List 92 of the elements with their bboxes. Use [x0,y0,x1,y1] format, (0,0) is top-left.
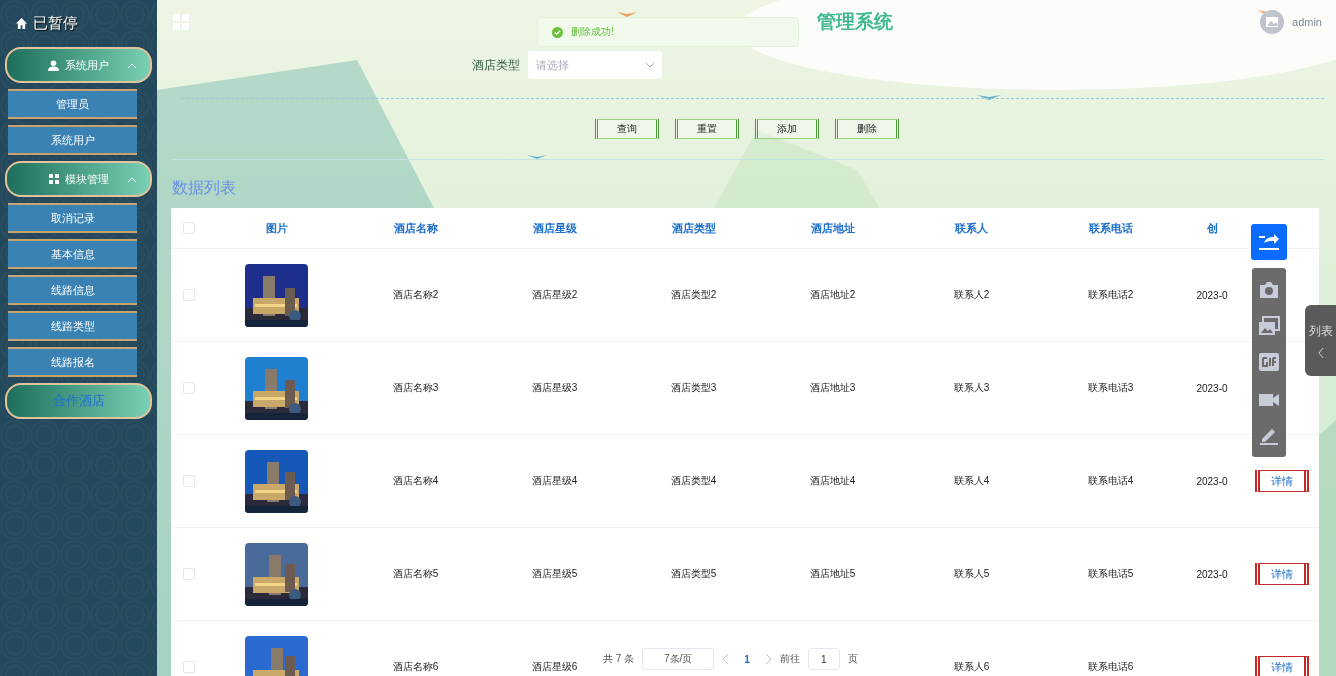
system-title: 管理系统 [817,10,893,34]
column-header: 酒店类型 [671,220,716,236]
table-cell: 联系人2 [953,288,990,302]
table-cell: 联系人4 [953,474,990,488]
table-cell: 2023-0 [1196,568,1228,580]
prev-page-icon[interactable] [722,654,731,664]
table-cell: 2023-0 [1196,475,1228,487]
table-cell: 联系人5 [953,567,990,581]
page-number[interactable]: 1 [738,653,756,665]
menu-item[interactable]: 线路类型 [8,311,137,341]
row-checkbox[interactable] [183,661,195,673]
chevron-down-icon [646,62,654,68]
chevron-left-icon [1317,348,1324,358]
share-button[interactable] [1251,224,1287,260]
table-cell: 酒店地址2 [809,288,856,302]
action-button[interactable]: 重置 [674,119,739,139]
side-tab[interactable]: 列表 [1305,305,1336,376]
table-cell: 酒店名称2 [392,288,439,302]
page-size-select[interactable]: 7条/页 [642,648,715,670]
table-cell: 联系电话5 [1087,567,1134,581]
column-header: 图片 [265,220,288,236]
table-cell: 酒店地址3 [809,381,856,395]
menu-group[interactable]: 模块管理 [5,161,152,197]
details-button[interactable]: 详情 [1254,563,1309,585]
row-checkbox[interactable] [183,382,195,394]
gif-icon[interactable] [1258,352,1280,373]
row-checkbox[interactable] [183,568,195,580]
goto-label: 前往 [779,652,800,666]
next-page-icon[interactable] [763,654,772,664]
table-cell: 2023-0 [1196,289,1228,301]
user-icon [48,59,59,71]
table-cell: 酒店地址5 [809,567,856,581]
table-cell: 酒店名称6 [392,660,439,674]
table-cell: 酒店类型2 [670,288,717,302]
table-cell: 联系电话4 [1087,474,1134,488]
check-circle-icon [552,26,563,38]
row-checkbox[interactable] [183,289,195,301]
camera-icon[interactable] [1258,280,1280,301]
filter-label: 酒店类型 [472,56,520,74]
action-button[interactable]: 查询 [594,119,659,139]
grid-icon [48,174,59,184]
action-button[interactable]: 添加 [754,119,819,139]
table-cell: 联系人3 [953,381,990,395]
menu-item[interactable]: 系统用户 [8,125,137,155]
share-icon [1258,233,1280,251]
table-cell: 酒店星级3 [531,381,578,395]
table-cell: 酒店类型4 [670,474,717,488]
column-header: 联系电话 [1088,220,1133,236]
menu-item[interactable]: 线路信息 [8,275,137,305]
menu-item[interactable]: 管理员 [8,89,137,119]
table-cell: 联系人6 [953,660,990,674]
details-button[interactable]: 详情 [1254,656,1309,676]
table-cell: 酒店名称5 [392,567,439,581]
column-header: 酒店星级 [532,220,577,236]
menu-item[interactable]: 线路报名 [8,347,137,377]
page-suffix: 页 [847,652,858,666]
success-toast: 删除成功! [537,17,799,47]
table-cell: 酒店类型3 [670,381,717,395]
table-cell: 联系电话2 [1087,288,1134,302]
menu-item[interactable]: 基本信息 [8,239,137,269]
menu-item[interactable]: 取消记录 [8,203,137,233]
section-title: 数据列表 [171,178,237,198]
bird-icon [977,95,1001,100]
table-cell: 酒店类型5 [670,567,717,581]
table-cell: 酒店星级5 [531,567,578,581]
column-header: 酒店地址 [810,220,855,236]
column-header: 酒店名称 [393,220,438,236]
grid-icon[interactable] [173,14,189,30]
avatar-icon[interactable] [1260,10,1285,34]
bird-icon [527,155,547,159]
table-cell: 联系电话3 [1087,381,1134,395]
images-icon[interactable] [1258,316,1280,337]
app-title: 已暂停 [33,14,78,33]
column-header: 联系人 [955,220,988,236]
user-name: admin [1292,16,1322,28]
menu-group[interactable]: 系统用户 [5,47,152,83]
table-cell: 酒店星级6 [531,660,578,674]
home-icon [16,18,27,29]
column-header: 创 [1206,220,1218,236]
action-button[interactable]: 删除 [834,119,899,139]
table-cell: 2023-0 [1196,382,1228,394]
page-input[interactable]: 1 [807,648,840,670]
table-cell: 酒店星级4 [531,474,578,488]
table-cell: 联系电话6 [1087,660,1134,674]
total-count: 共 7 条 [603,652,635,666]
table-cell: 酒店地址4 [809,474,856,488]
table-cell: 酒店名称4 [392,474,439,488]
table-cell: 酒店星级2 [531,288,578,302]
select-all-checkbox[interactable] [183,222,195,234]
details-button[interactable]: 详情 [1254,470,1309,492]
table-cell: 酒店名称3 [392,381,439,395]
row-checkbox[interactable] [183,475,195,487]
